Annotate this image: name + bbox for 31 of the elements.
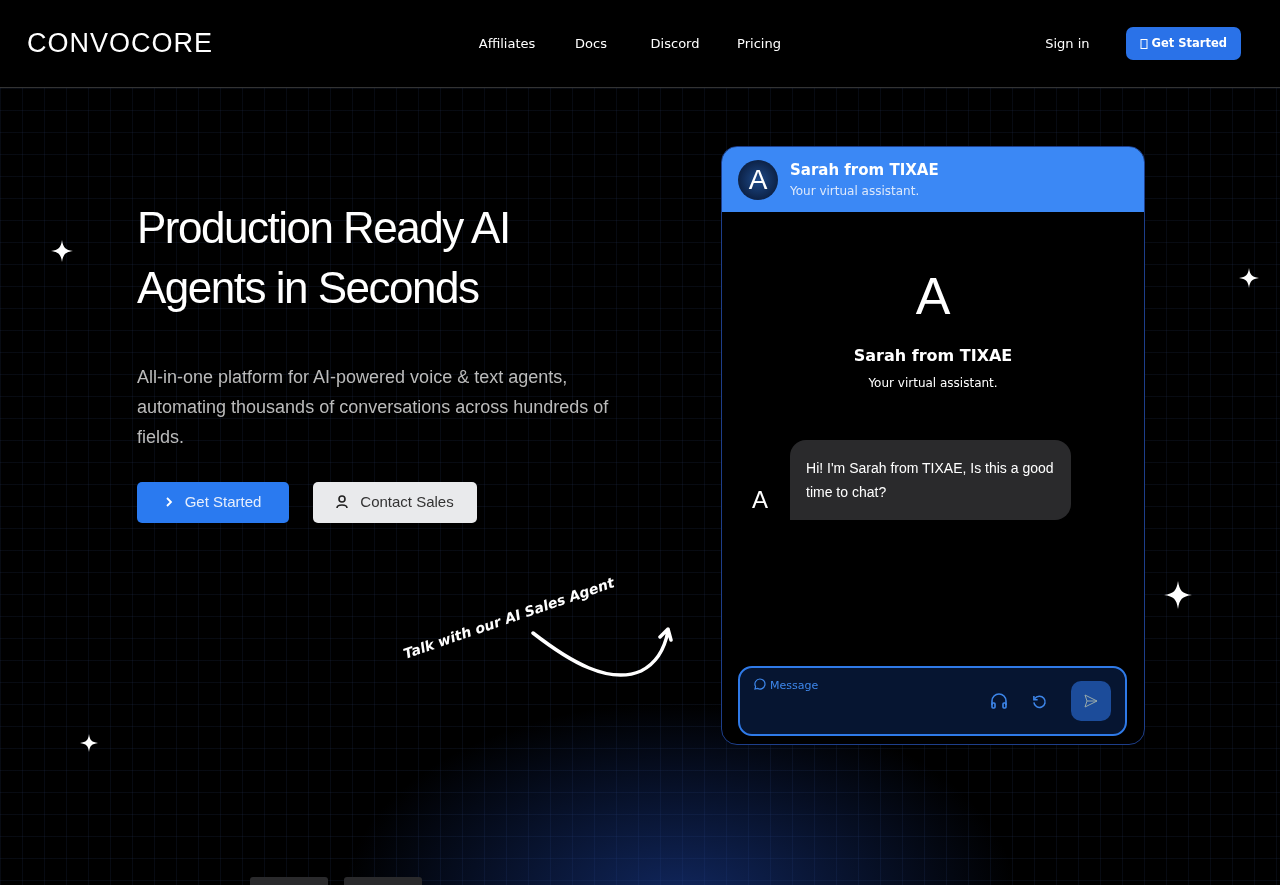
get-started-button[interactable]: Get Started bbox=[1125, 26, 1241, 61]
chevron-right-icon bbox=[164, 496, 173, 509]
message-bubble: Hi! I'm Sarah from TIXAE, Is this a good time to chat? bbox=[790, 440, 1071, 520]
sign-in-link[interactable]: Sign in bbox=[1045, 33, 1090, 54]
headphones-icon[interactable] bbox=[990, 692, 1008, 710]
agent-name: Sarah from TIXAE bbox=[790, 160, 939, 182]
agent-name: Sarah from TIXAE bbox=[853, 345, 1013, 367]
agent-avatar: A bbox=[752, 485, 768, 515]
refresh-icon[interactable] bbox=[1032, 693, 1047, 709]
send-icon bbox=[1084, 694, 1098, 708]
sparkle-icon bbox=[51, 240, 73, 262]
agent-tagline: Your virtual assistant. bbox=[868, 375, 998, 392]
nav-link[interactable]: Affiliates bbox=[465, 33, 550, 54]
nav-link[interactable]: Pricing bbox=[717, 33, 802, 54]
agent-avatar: A bbox=[738, 159, 778, 200]
user-icon bbox=[336, 495, 349, 510]
sparkle-icon bbox=[1164, 581, 1192, 609]
hero-description: All-in-one platform for AI-powered voice & text agents, automating thousands of conversations across hundreds of fields. bbox=[137, 366, 610, 449]
sparkle-icon bbox=[80, 734, 98, 752]
logo-text[interactable]: CONVOCORE bbox=[27, 23, 214, 64]
get-started-button[interactable]: Get Started bbox=[137, 482, 289, 523]
agent-logo: A bbox=[915, 270, 951, 322]
contact-sales-button[interactable]: Contact Sales bbox=[313, 482, 477, 523]
send-button[interactable] bbox=[1071, 681, 1111, 721]
chat-bubble-icon bbox=[754, 678, 766, 690]
nav-link[interactable]: Docs bbox=[549, 33, 634, 54]
message-field[interactable]: Message bbox=[770, 678, 920, 695]
nav-link[interactable]: Discord bbox=[633, 33, 718, 54]
hero-heading: Production Ready AI Agents in Seconds bbox=[137, 202, 511, 314]
agent-tagline: Your virtual assistant. bbox=[790, 182, 921, 200]
sparkle-icon bbox=[1239, 268, 1259, 288]
